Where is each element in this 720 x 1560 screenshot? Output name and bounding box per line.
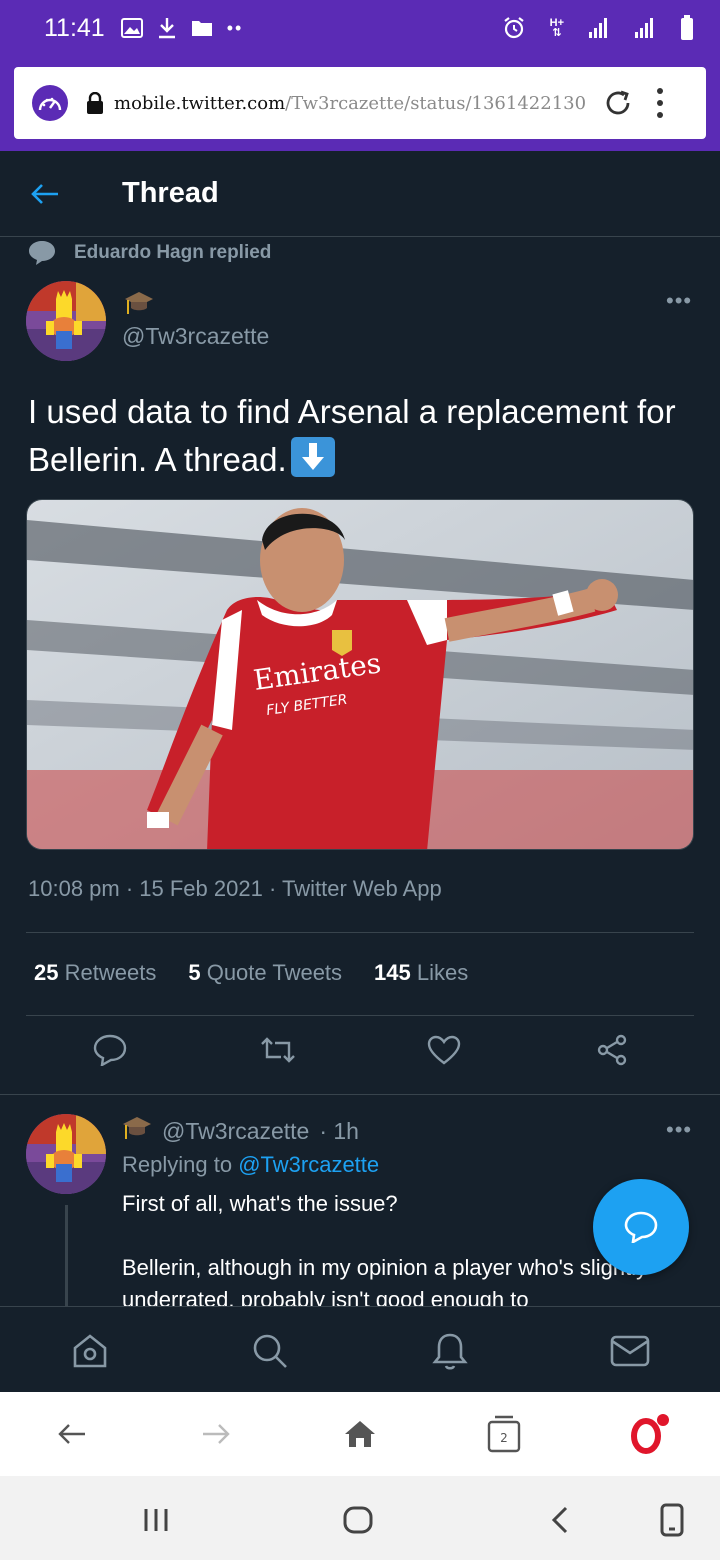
tweet-meta: 10:08 pm · 15 Feb 2021 · Twitter Web App <box>28 876 442 902</box>
social-context: Eduardo Hagn replied <box>28 240 271 266</box>
tweet-stats: 25 Retweets 5 Quote Tweets 145 Likes <box>34 960 468 986</box>
quotes-count: 5 <box>188 960 201 985</box>
graduation-cap-icon <box>122 1115 152 1147</box>
tweet-source[interactable]: Twitter Web App <box>282 876 442 901</box>
search-icon[interactable] <box>248 1329 292 1373</box>
down-arrow-emoji-icon <box>290 437 335 477</box>
tweet-handle[interactable]: @Tw3rcazette <box>122 323 269 350</box>
likes-stat[interactable]: 145 Likes <box>374 960 468 986</box>
likes-label: Likes <box>416 960 469 985</box>
page-title: Thread <box>122 177 219 209</box>
like-icon[interactable] <box>424 1030 464 1070</box>
retweets-label: Retweets <box>64 960 157 985</box>
browser-menu-icon[interactable] <box>650 88 670 118</box>
meta-separator: · <box>268 876 282 901</box>
url-text[interactable]: mobile.twitter.com/Tw3rcazette/status/13… <box>114 93 586 114</box>
folder-icon <box>191 19 213 37</box>
signal-icon-1 <box>588 17 610 39</box>
thread-connector <box>65 1205 68 1308</box>
tweet-image[interactable]: Emirates FLY BETTER <box>26 499 694 850</box>
quotes-stat[interactable]: 5 Quote Tweets <box>188 960 342 986</box>
url-path: /Tw3rcazette/status/1361422130756247 <box>285 92 586 114</box>
browser-bottom-nav: 2 <box>0 1392 720 1476</box>
reload-icon[interactable] <box>598 83 638 123</box>
url-host: mobile.twitter.com <box>114 92 286 114</box>
divider <box>26 1015 694 1016</box>
tweet-actions <box>0 1030 720 1082</box>
browser-forward-icon[interactable] <box>194 1412 238 1456</box>
reply-bubble-icon <box>28 240 56 266</box>
replying-prefix: Replying to <box>122 1152 233 1177</box>
likes-count: 145 <box>374 960 411 985</box>
tweet-text-content: I used data to find Arsenal a replacemen… <box>28 393 676 478</box>
replied-text: Eduardo Hagn replied <box>74 242 272 263</box>
speed-dial-icon[interactable] <box>32 85 68 121</box>
graduation-cap-icon <box>124 290 154 321</box>
twitter-header: Thread <box>0 151 720 237</box>
clock: 11:41 <box>44 13 105 42</box>
compose-reply-button[interactable] <box>593 1179 689 1275</box>
opera-menu-icon[interactable] <box>626 1412 670 1456</box>
tab-count: 2 <box>500 1431 508 1445</box>
replying-mention[interactable]: @Tw3rcazette <box>238 1152 379 1177</box>
tweet-timestamp[interactable]: 10:08 pm · 15 Feb 2021 <box>28 876 263 901</box>
alarm-icon <box>502 16 526 40</box>
notifications-bell-icon[interactable] <box>428 1329 472 1373</box>
system-nav-bar <box>0 1476 720 1560</box>
home-button-icon[interactable] <box>338 1500 378 1540</box>
avatar[interactable] <box>26 281 106 361</box>
download-icon <box>157 17 177 39</box>
tweet-text: I used data to find Arsenal a replacemen… <box>28 388 708 484</box>
browser-back-icon[interactable] <box>50 1412 94 1456</box>
home-icon[interactable] <box>68 1329 112 1373</box>
lock-icon[interactable] <box>86 91 104 114</box>
more-notifications-icon: •• <box>226 17 244 38</box>
browser-home-icon[interactable] <box>338 1412 382 1456</box>
network-hplus-icon: H+ ⇅ <box>549 17 564 39</box>
status-bar: 11:41 •• H+ ⇅ <box>0 0 720 56</box>
reply-handle[interactable]: @Tw3rcazette <box>162 1118 309 1145</box>
gallery-icon <box>120 18 143 38</box>
back-arrow-icon[interactable] <box>30 174 80 214</box>
reply-time[interactable]: · 1h <box>319 1118 359 1145</box>
retweets-count: 25 <box>34 960 59 985</box>
signal-icon-2 <box>634 17 656 39</box>
retweet-icon[interactable] <box>258 1030 298 1070</box>
reply-header: @Tw3rcazette · 1h <box>122 1115 359 1147</box>
system-back-icon[interactable] <box>540 1500 580 1540</box>
divider <box>26 932 694 933</box>
divider <box>0 1094 720 1095</box>
reply-more-options-icon[interactable]: ••• <box>666 1117 692 1143</box>
messages-icon[interactable] <box>608 1329 652 1373</box>
screen-keyboard-icon[interactable] <box>652 1500 692 1540</box>
recent-apps-icon[interactable] <box>136 1500 176 1540</box>
retweets-stat[interactable]: 25 Retweets <box>34 960 156 986</box>
replying-to: Replying to @Tw3rcazette <box>122 1152 379 1178</box>
quotes-label: Quote Tweets <box>206 960 343 985</box>
browser-toolbar: mobile.twitter.com/Tw3rcazette/status/13… <box>0 56 720 151</box>
address-bar[interactable]: mobile.twitter.com/Tw3rcazette/status/13… <box>14 67 706 139</box>
more-options-icon[interactable]: ••• <box>666 288 692 314</box>
battery-icon <box>680 15 694 41</box>
share-icon[interactable] <box>592 1030 632 1070</box>
reply-icon[interactable] <box>90 1030 130 1070</box>
reply-avatar[interactable] <box>26 1114 106 1194</box>
browser-tabs-icon[interactable]: 2 <box>482 1412 526 1456</box>
twitter-bottom-nav <box>0 1306 720 1392</box>
